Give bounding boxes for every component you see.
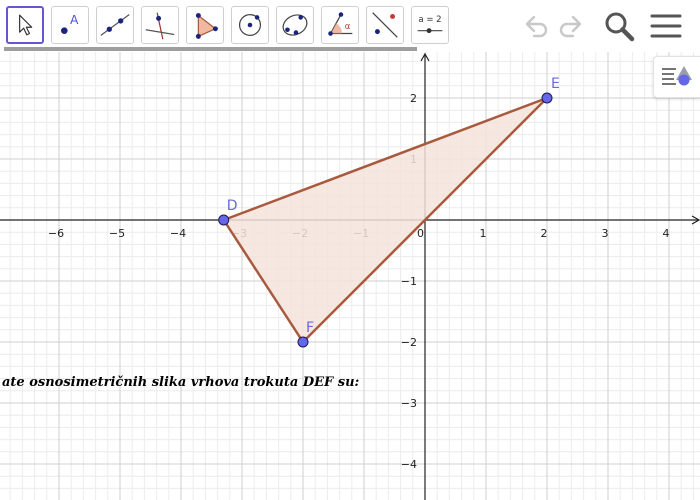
menu-button[interactable]: [648, 8, 684, 44]
point-label-D: D: [227, 198, 238, 214]
x-tick-label: 2: [541, 227, 548, 240]
angle-tool-label: α: [345, 22, 351, 32]
line-tool-button[interactable]: [96, 6, 134, 44]
circle-center-point-tool-button[interactable]: [231, 6, 269, 44]
slider-tool-label: a = 2: [418, 15, 441, 25]
arrow-pointer-icon: [19, 14, 33, 36]
redo-icon: [559, 15, 582, 38]
reflect-about-line-icon: [372, 12, 398, 38]
perpendicular-line-tool-button[interactable]: [141, 6, 179, 44]
point-F[interactable]: [297, 336, 309, 348]
undo-icon: [525, 15, 548, 38]
task-text: ate osnosimetričnih slika vrhova trokuta…: [2, 375, 360, 390]
hamburger-menu-icon: [650, 14, 682, 38]
y-tick-label: −1: [401, 275, 417, 288]
point-icon: A: [61, 13, 79, 34]
graphics-view[interactable]: −6−5−4−3−2−101234 21−1−2−3−4 DEF: [0, 52, 700, 500]
conic-five-points-icon: [282, 14, 308, 36]
point-label-E: E: [551, 76, 560, 92]
y-tick-label: −2: [401, 336, 417, 349]
search-button[interactable]: [601, 8, 637, 44]
point-E[interactable]: [541, 92, 553, 104]
reflect-about-line-tool-button[interactable]: [366, 6, 404, 44]
style-bar-icon: [662, 66, 692, 86]
move-tool-button[interactable]: [6, 6, 44, 44]
angle-tool-button[interactable]: α: [321, 6, 359, 44]
x-tick-label: 0: [417, 227, 424, 240]
x-tick-label: 3: [602, 227, 609, 240]
x-tick-label: 4: [663, 227, 670, 240]
search-icon: [605, 12, 635, 42]
polygon-tool-button[interactable]: [186, 6, 224, 44]
style-bar-toggle[interactable]: [653, 56, 700, 98]
toolbar-scroll-indicator: [4, 47, 417, 51]
undo-button[interactable]: [518, 8, 554, 44]
point-label-F: F: [306, 320, 314, 336]
graphics-canvas[interactable]: −6−5−4−3−2−101234 21−1−2−3−4 DEF: [0, 52, 700, 500]
y-tick-label: 2: [410, 92, 417, 105]
slider-icon: a = 2: [417, 15, 443, 34]
x-tick-label: 1: [480, 227, 487, 240]
redo-button[interactable]: [553, 8, 589, 44]
y-tick-label: −4: [401, 458, 417, 471]
conic-five-points-tool-button[interactable]: [276, 6, 314, 44]
angle-icon: α: [328, 12, 353, 36]
x-tick-label: −4: [170, 227, 186, 240]
line-through-points-icon: [100, 14, 130, 36]
polygon-icon: [195, 13, 218, 39]
point-tool-button[interactable]: A: [51, 6, 89, 44]
slider-tool-button[interactable]: a = 2: [411, 6, 449, 44]
perpendicular-line-icon: [145, 12, 175, 40]
x-tick-label: −6: [48, 227, 64, 240]
point-D[interactable]: [218, 214, 230, 226]
toolbar: A α a = 2: [0, 0, 700, 52]
circle-center-point-icon: [238, 13, 262, 37]
y-tick-label: −3: [401, 397, 417, 410]
x-tick-label: −5: [109, 227, 125, 240]
point-tool-label: A: [70, 13, 79, 27]
